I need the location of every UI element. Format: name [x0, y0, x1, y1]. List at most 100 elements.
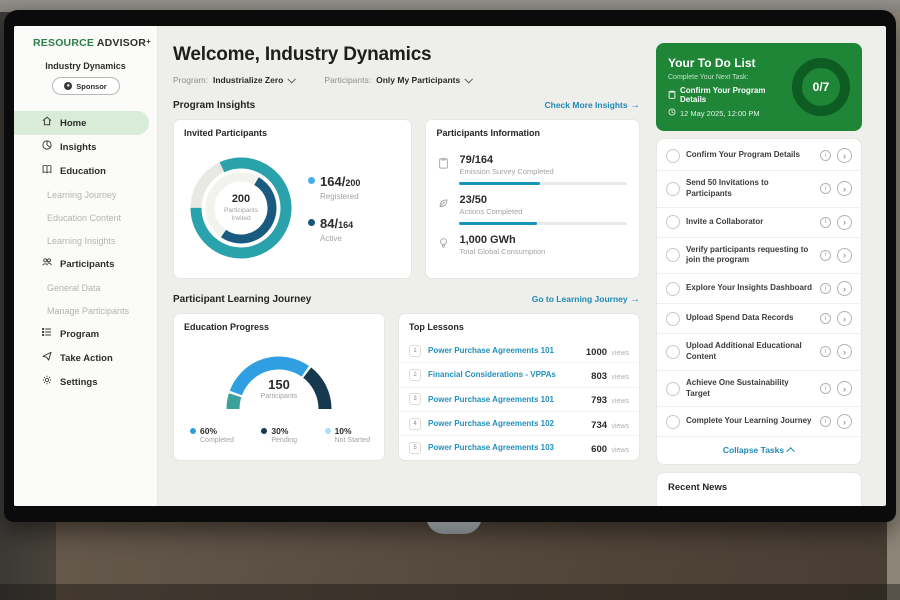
- todo-item: Explore Your Insights Dashboard i ›: [657, 274, 861, 304]
- chevron-right-button[interactable]: ›: [837, 248, 852, 263]
- sidebar-item-program[interactable]: Program: [14, 322, 157, 346]
- check-more-insights-link[interactable]: Check More Insights →: [544, 100, 640, 111]
- sidebar-item-learning-journey[interactable]: Learning Journey: [14, 183, 157, 206]
- todo-next-task: Confirm Your Program Details: [680, 86, 792, 104]
- sidebar-item-participants[interactable]: Participants: [14, 252, 157, 276]
- info-icon[interactable]: i: [820, 416, 831, 427]
- todo-item: Complete Your Learning Journey i ›: [657, 407, 861, 437]
- todo-progress-value: 0/7: [813, 80, 830, 94]
- checkbox[interactable]: [666, 282, 680, 296]
- info-icon[interactable]: i: [820, 150, 831, 161]
- checkbox[interactable]: [666, 312, 680, 326]
- pie-chart-icon: [41, 138, 53, 156]
- gear-icon: [41, 373, 53, 391]
- sidebar-item-general-data[interactable]: General Data: [14, 276, 157, 299]
- todo-item: Confirm Your Program Details i ›: [657, 141, 861, 171]
- sidebar-item-label: Take Action: [60, 353, 113, 364]
- checkbox[interactable]: [666, 415, 680, 429]
- legend-label: Active: [320, 234, 353, 243]
- lesson-link[interactable]: Financial Considerations - VPPAs: [428, 370, 584, 379]
- gauge-center-value: 150: [217, 377, 341, 392]
- lesson-views: 1000 views: [586, 342, 629, 360]
- chevron-right-button[interactable]: ›: [837, 344, 852, 359]
- lesson-views: 734 views: [591, 415, 629, 433]
- chevron-right-button[interactable]: ›: [837, 148, 852, 163]
- chevron-right-button[interactable]: ›: [837, 414, 852, 429]
- arrow-right-icon: →: [630, 294, 640, 305]
- checkbox[interactable]: [666, 182, 680, 196]
- monitor-bezel: RESOURCE ADVISOR+ Industry Dynamics ● Sp…: [4, 10, 896, 522]
- info-icon[interactable]: i: [820, 346, 831, 357]
- chevron-right-button[interactable]: ›: [837, 181, 852, 196]
- info-icon[interactable]: i: [820, 283, 831, 294]
- sidebar-item-education[interactable]: Education: [14, 159, 157, 183]
- chevron-right-button[interactable]: ›: [837, 311, 852, 326]
- checkbox[interactable]: [666, 149, 680, 163]
- checkbox[interactable]: [666, 382, 680, 396]
- todo-item: Invite a Collaborator i ›: [657, 208, 861, 238]
- lesson-row: 4 Power Purchase Agreements 102 734 view…: [399, 412, 639, 436]
- donut-center-value: 200: [232, 193, 250, 205]
- lesson-link[interactable]: Power Purchase Agreements 101: [428, 395, 584, 404]
- lesson-link[interactable]: Power Purchase Agreements 102: [428, 419, 584, 428]
- todo-item-label: Complete Your Learning Journey: [686, 416, 814, 427]
- collapse-tasks-link[interactable]: Collapse Tasks: [657, 437, 861, 460]
- go-to-learning-journey-link[interactable]: Go to Learning Journey →: [532, 294, 640, 305]
- checkbox[interactable]: [666, 345, 680, 359]
- program-insights-header: Program Insights Check More Insights →: [173, 100, 640, 111]
- invited-donut-area: 200 Participants Invited 164/200 Registe…: [174, 145, 411, 265]
- checkbox[interactable]: [666, 215, 680, 229]
- card-title: Invited Participants: [174, 120, 411, 145]
- todo-item: Achieve One Sustainability Target i ›: [657, 371, 861, 408]
- program-select[interactable]: Program: Industrialize Zero: [173, 75, 294, 85]
- sponsor-badge: ● Sponsor: [52, 77, 120, 95]
- lesson-link[interactable]: Power Purchase Agreements 103: [428, 443, 584, 452]
- chevron-right-button[interactable]: ›: [837, 381, 852, 396]
- lesson-link[interactable]: Power Purchase Agreements 101: [428, 346, 579, 355]
- checkbox[interactable]: [666, 248, 680, 262]
- legend-value: 164/: [320, 174, 345, 189]
- sidebar-item-home[interactable]: Home: [14, 111, 149, 135]
- gauge-area: 150 Participants: [217, 349, 341, 420]
- info-icon[interactable]: i: [820, 383, 831, 394]
- sidebar-item-insights[interactable]: Insights: [14, 135, 157, 159]
- card-title: Participants Information: [426, 120, 639, 145]
- todo-list-card: Confirm Your Program Details i › Send 50…: [656, 138, 862, 465]
- lesson-rank: 5: [409, 442, 421, 454]
- todo-panel: Your To Do List Complete Your Next Task:…: [648, 26, 886, 506]
- info-icon[interactable]: i: [820, 183, 831, 194]
- leaf-icon: [438, 194, 451, 216]
- learning-journey-header: Participant Learning Journey Go to Learn…: [173, 294, 640, 305]
- donut-center-label: Participants Invited: [215, 207, 267, 223]
- chevron-right-button[interactable]: ›: [837, 281, 852, 296]
- sponsor-label: Sponsor: [76, 82, 106, 91]
- sidebar-item-manage-participants[interactable]: Manage Participants: [14, 299, 157, 322]
- stat-label: Total Global Consumption: [459, 247, 545, 256]
- sidebar-item-education-content[interactable]: Education Content: [14, 206, 157, 229]
- todo-item-label: Verify participants requesting to join t…: [686, 245, 814, 267]
- main-content: Welcome, Industry Dynamics Program: Indu…: [158, 26, 648, 506]
- program-select-label: Program:: [173, 75, 208, 85]
- sidebar-item-learning-insights[interactable]: Learning Insights: [14, 229, 157, 252]
- logo-plus: +: [146, 37, 151, 46]
- stat-value: 79/164: [459, 154, 553, 166]
- sidebar-item-settings[interactable]: Settings: [14, 370, 157, 394]
- logo-secondary: ADVISOR: [97, 37, 146, 49]
- legend-label: Completed: [200, 437, 234, 444]
- sidebar-item-take-action[interactable]: Take Action: [14, 346, 157, 370]
- todo-item-label: Invite a Collaborator: [686, 217, 814, 228]
- stat-value: 23/50: [459, 194, 522, 206]
- info-icon[interactable]: i: [820, 217, 831, 228]
- sidebar-item-label: Manage Participants: [47, 306, 129, 316]
- chevron-right-button[interactable]: ›: [837, 215, 852, 230]
- sidebar-item-label: Education Content: [47, 213, 121, 223]
- learning-cards: Education Progress 150 Participants 60%C…: [173, 313, 640, 461]
- sidebar-item-label: Insights: [60, 142, 96, 153]
- participants-select[interactable]: Participants: Only My Participants: [324, 75, 471, 85]
- todo-item-label: Send 50 Invitations to Participants: [686, 178, 814, 200]
- info-icon[interactable]: i: [820, 313, 831, 324]
- stat-value: 1,000 GWh: [459, 234, 545, 246]
- sidebar-item-label: Education: [60, 166, 106, 177]
- insights-cards: Invited Participants 200 Participants In…: [173, 119, 640, 279]
- info-icon[interactable]: i: [820, 250, 831, 261]
